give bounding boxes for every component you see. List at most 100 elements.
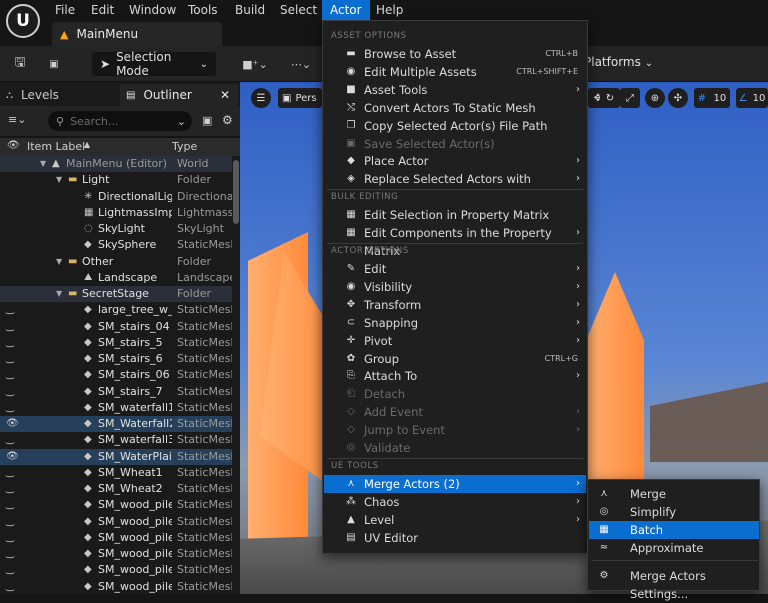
col-type[interactable]: Type <box>172 140 197 153</box>
add-folder-icon[interactable]: ▣ <box>202 114 212 127</box>
outliner-row[interactable]: ‿ ◆ SM_waterfall1 StaticMesh <box>0 400 232 416</box>
menu-build[interactable]: Build <box>227 0 273 20</box>
eye-hidden-icon[interactable]: ‿ <box>6 319 18 335</box>
menu-actor[interactable]: Actor <box>322 0 370 20</box>
outliner-row[interactable]: ‿ ◆ SM_Wheat2 StaticMesh <box>0 481 232 497</box>
menu-select[interactable]: Select <box>272 0 325 20</box>
outliner-row[interactable]: ▼ ▲ MainMenu (Editor) World <box>0 156 232 173</box>
menu-item-visibility[interactable]: ◉ Visibility › <box>324 278 586 296</box>
platforms-dropdown[interactable]: Platforms ⌄ <box>584 55 653 73</box>
outliner-row[interactable]: ‿ ◆ SM_waterfall3 StaticMesh <box>0 432 232 448</box>
chevron-down-icon[interactable]: ▼ <box>40 156 46 172</box>
eye-hidden-icon[interactable]: ‿ <box>6 546 18 562</box>
menu-window[interactable]: Window <box>121 0 184 20</box>
submenu-item-batch[interactable]: ▦ Batch <box>589 521 759 539</box>
outliner-row[interactable]: ‿ ◆ SM_wood_pile4 StaticMesh <box>0 546 232 562</box>
menu-item-snapping[interactable]: ⊂ Snapping › <box>324 314 586 332</box>
menu-item-chaos[interactable]: ⁂ Chaos › <box>324 493 586 511</box>
menu-item-copy-selected-actor-s-file-path[interactable]: ❐ Copy Selected Actor(s) File Path <box>324 117 586 135</box>
outliner-row[interactable]: ‿ ◆ SM_stairs_04 StaticMesh <box>0 319 232 335</box>
menu-item-uv-editor[interactable]: ▤ UV Editor <box>324 529 586 547</box>
eye-hidden-icon[interactable]: ‿ <box>6 335 18 351</box>
unreal-logo-icon[interactable]: U <box>6 4 40 38</box>
outliner-row[interactable]: ‿ ◆ SM_stairs_5 StaticMesh <box>0 335 232 351</box>
rotate-icon[interactable]: ↻ <box>600 88 620 108</box>
menu-item-group[interactable]: ✿ Group CTRL+G <box>324 350 586 368</box>
eye-hidden-icon[interactable]: ‿ <box>6 579 18 595</box>
chevron-down-icon[interactable]: ▼ <box>56 254 62 270</box>
outliner-row[interactable]: ◆ SkySphere StaticMesh <box>0 237 232 253</box>
outliner-row[interactable]: ‿ ◆ SM_stairs_6 StaticMesh <box>0 351 232 367</box>
outliner-row[interactable]: ⛰ Landscape Landscape <box>0 270 232 286</box>
outliner-row[interactable]: ▼ ▬ Other Folder <box>0 254 232 270</box>
menu-item-place-actor[interactable]: ◆ Place Actor › <box>324 152 586 170</box>
eye-hidden-icon[interactable]: ‿ <box>6 432 18 448</box>
menu-item-pivot[interactable]: ✛ Pivot › <box>324 332 586 350</box>
outliner-row[interactable]: ‿ ◆ SM_stairs_7 StaticMesh <box>0 384 232 400</box>
outliner-row[interactable]: ▼ ▬ Light Folder <box>0 172 232 188</box>
filter-icon[interactable]: ≡⌄ <box>8 113 26 126</box>
eye-hidden-icon[interactable]: ‿ <box>6 481 18 497</box>
eye-hidden-icon[interactable]: ‿ <box>6 400 18 416</box>
submenu-item-simplify[interactable]: ◎ Simplify <box>589 503 759 521</box>
tab-mainmenu[interactable]: ▲ MainMenu <box>52 22 222 46</box>
outliner-row[interactable]: ‿ ◆ SM_wood_pile3 StaticMesh <box>0 530 232 546</box>
eye-hidden-icon[interactable]: ‿ <box>6 384 18 400</box>
gear-icon[interactable]: ⚙ <box>222 113 233 127</box>
col-item-label[interactable]: Item Label <box>27 140 85 153</box>
menu-item-edit[interactable]: ✎ Edit › <box>324 260 586 278</box>
eye-hidden-icon[interactable]: ‿ <box>6 465 18 481</box>
menu-item-transform[interactable]: ✥ Transform › <box>324 296 586 314</box>
outliner-row[interactable]: ‿ ◆ SM_wood_pile6 StaticMesh <box>0 579 232 595</box>
globe-icon[interactable]: ⊕ <box>645 88 665 108</box>
menu-help[interactable]: Help <box>368 0 411 20</box>
outliner-row[interactable]: ‿ ◆ SM_wood_pile1 StaticMesh <box>0 497 232 513</box>
outliner-row[interactable]: ‿ ◆ SM_wood_pile2 StaticMesh <box>0 514 232 530</box>
outliner-row[interactable]: ✳ DirectionalLight Directional <box>0 189 232 205</box>
eye-icon[interactable]: 👁 <box>6 416 19 432</box>
add-actor-icon[interactable]: ■⁺⌄ <box>238 50 272 78</box>
search-input[interactable]: ⚲ Search... ⌄ <box>48 111 192 131</box>
outliner-row[interactable]: 👁 ◆ SM_Waterfall2 StaticMesh <box>0 416 232 433</box>
outliner-row[interactable]: 👁 ◆ SM_WaterPlain1 StaticMesh <box>0 448 232 465</box>
menu-file[interactable]: File <box>47 0 83 20</box>
outliner-row[interactable]: ‿ ◆ large_tree_w_roots StaticMesh <box>0 302 232 318</box>
menu-item-edit-multiple-assets[interactable]: ◉ Edit Multiple Assets CTRL+SHIFT+E <box>324 63 586 81</box>
menu-item-convert-actors-to-static-mesh[interactable]: ⤭ Convert Actors To Static Mesh <box>324 99 586 117</box>
chevron-down-icon[interactable]: ▼ <box>56 172 62 188</box>
outliner-row[interactable]: ▦ LightmassImportance Lightmass <box>0 205 232 221</box>
outliner-row[interactable]: ‿ ◆ SM_Wheat1 StaticMesh <box>0 465 232 481</box>
menu-item-level[interactable]: ▲ Level › <box>324 511 586 529</box>
submenu-item-merge[interactable]: ⋏ Merge <box>589 485 759 503</box>
outliner-row[interactable]: ‿ ◆ SM_stairs_06 StaticMesh <box>0 367 232 383</box>
close-icon[interactable]: ✕ <box>220 88 230 102</box>
scrollbar-thumb[interactable] <box>233 160 239 224</box>
save-icon[interactable]: 🖫 <box>8 50 32 78</box>
scale-icon[interactable]: ⤢ <box>620 88 640 108</box>
submenu-item-approximate[interactable]: ≈ Approximate <box>589 539 759 557</box>
submenu-item-merge-actors-settings[interactable]: ⚙ Merge Actors Settings... <box>589 567 759 601</box>
eye-hidden-icon[interactable]: ‿ <box>6 514 18 530</box>
outliner-row[interactable]: ◌ SkyLight SkyLight <box>0 221 232 237</box>
surface-snap-icon[interactable]: ✣ <box>668 88 688 108</box>
menu-tools[interactable]: Tools <box>180 0 226 20</box>
menu-item-asset-tools[interactable]: ■ Asset Tools › <box>324 81 586 99</box>
rotation-snap-toggle[interactable]: ∠ 10 <box>736 88 768 108</box>
chevron-down-icon[interactable]: ▼ <box>56 286 62 302</box>
tab-levels[interactable]: ⛬ Levels <box>6 84 116 106</box>
menu-item-attach-to[interactable]: ⎘ Attach To › <box>324 367 586 385</box>
menu-item-browse-to-asset[interactable]: ▬ Browse to Asset CTRL+B <box>324 45 586 63</box>
menu-item-edit-components-in-the-property-matrix[interactable]: ▦ Edit Components in the Property Matrix › <box>324 224 586 258</box>
menu-edit[interactable]: Edit <box>83 0 122 20</box>
perspective-dropdown[interactable]: ▣ Pers <box>278 88 322 108</box>
eye-hidden-icon[interactable]: ‿ <box>6 497 18 513</box>
eye-hidden-icon[interactable]: ‿ <box>6 562 18 578</box>
menu-item-edit-selection-in-property-matrix[interactable]: ▦ Edit Selection in Property Matrix <box>324 206 586 224</box>
content-browser-icon[interactable]: ▣ <box>42 50 66 78</box>
eye-icon[interactable]: 👁 <box>6 449 19 465</box>
selection-mode-dropdown[interactable]: ➤ Selection Mode ⌄ <box>92 50 216 78</box>
outliner-row[interactable]: ‿ ◆ SM_wood_pile5 StaticMesh <box>0 562 232 578</box>
eye-hidden-icon[interactable]: ‿ <box>6 351 18 367</box>
eye-hidden-icon[interactable]: ‿ <box>6 530 18 546</box>
blueprint-icon[interactable]: ⋯⌄ <box>284 50 318 78</box>
